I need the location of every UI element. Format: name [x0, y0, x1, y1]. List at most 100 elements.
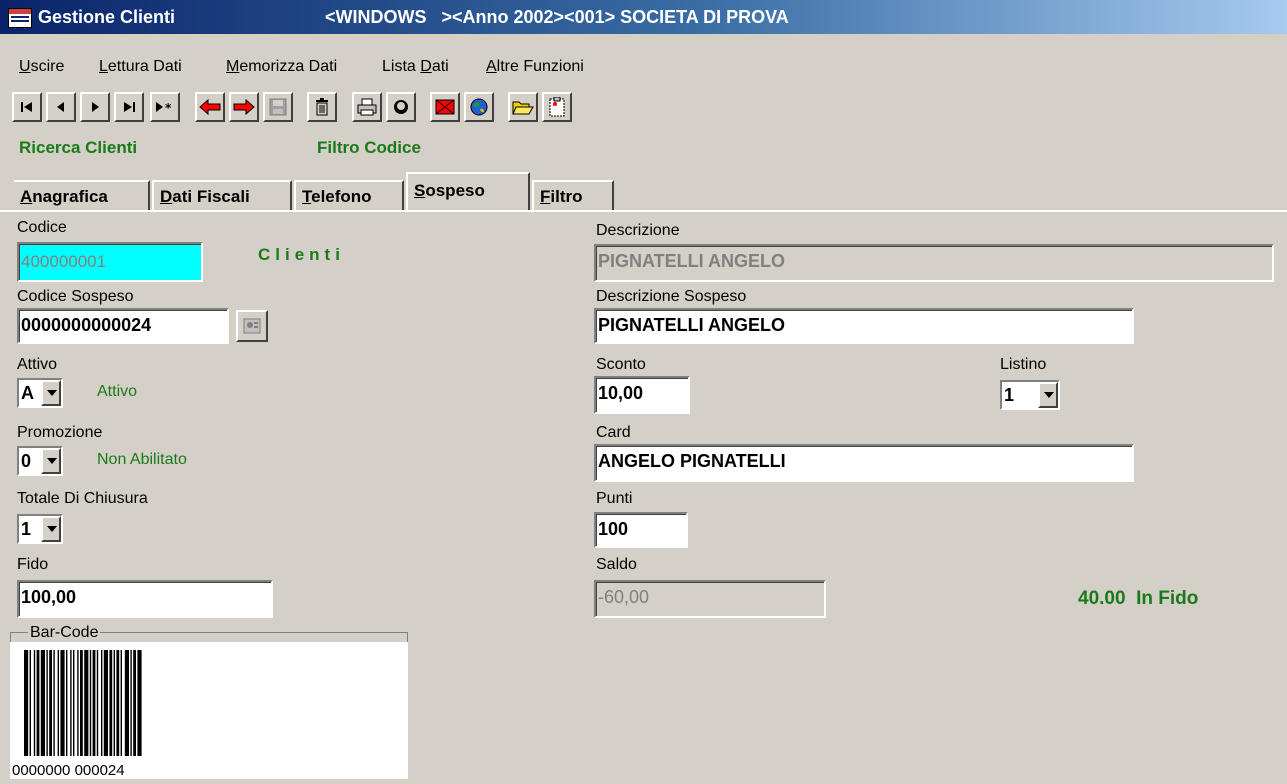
barcode-bar — [120, 650, 122, 756]
chevron-down-icon[interactable] — [1038, 382, 1058, 408]
barcode-bar — [66, 650, 68, 756]
barcode-bar — [46, 650, 48, 756]
barcode-bar — [124, 650, 129, 756]
menu-label: emorizza Dati — [239, 58, 338, 75]
tab-sospeso[interactable]: Sospeso — [406, 172, 530, 210]
attivo-label: Attivo — [17, 356, 58, 373]
tab-hotkey: D — [160, 187, 173, 206]
barcode-bar — [24, 650, 29, 756]
listino-value: 1 — [1004, 385, 1015, 405]
next-record-button[interactable] — [80, 92, 110, 122]
barcode-bar — [80, 650, 83, 756]
descrizione-label: Descrizione — [596, 222, 680, 239]
barcode-bar — [113, 650, 115, 756]
redo-arrow-icon — [233, 98, 255, 116]
chevron-down-icon[interactable] — [41, 380, 61, 406]
menu-bar: Uscire Lettura Dati Memorizza Dati Lista… — [0, 50, 1287, 80]
previous-record-button[interactable] — [46, 92, 76, 122]
descrizione-sospeso-field[interactable]: PIGNATELLI ANGELO — [594, 308, 1134, 344]
save-button[interactable] — [263, 92, 293, 122]
tab-dati-fiscali[interactable]: Dati Fiscali — [152, 180, 292, 210]
web-button[interactable] — [464, 92, 494, 122]
punti-field[interactable]: 100 — [594, 512, 688, 548]
new-record-button[interactable]: * — [150, 92, 180, 122]
barcode-bar — [133, 650, 136, 756]
redo-button[interactable] — [229, 92, 259, 122]
menu-altre-funzioni[interactable]: Altre Funzioni — [486, 58, 584, 76]
clienti-caption: Clienti — [258, 245, 345, 264]
tab-filtro[interactable]: Filtro — [532, 180, 614, 210]
paste-button[interactable] — [542, 92, 572, 122]
codice-sospeso-label: Codice Sospeso — [17, 288, 134, 305]
print-button[interactable] — [352, 92, 382, 122]
window-title: Gestione Clienti — [38, 7, 176, 27]
last-record-button[interactable] — [114, 92, 144, 122]
tab-telefono[interactable]: Telefono — [294, 180, 404, 210]
codice-sospeso-field[interactable]: 0000000000024 — [17, 308, 229, 344]
open-button[interactable] — [508, 92, 538, 122]
barcode-bar — [49, 650, 52, 756]
listino-select[interactable]: 1 — [1000, 380, 1060, 410]
totale-chiusura-select[interactable]: 1 — [17, 514, 63, 544]
tab-hotkey: A — [20, 187, 33, 206]
barcode-bars — [24, 650, 142, 756]
mail-button[interactable] — [430, 92, 460, 122]
barcode-image: 0000000 000024 — [12, 650, 142, 779]
tab-label: iltro — [550, 187, 583, 206]
chevron-down-icon[interactable] — [41, 448, 61, 474]
barcode-bar — [103, 650, 108, 756]
menu-lettura-dati[interactable]: Lettura Dati — [99, 58, 182, 76]
app-window-icon[interactable] — [8, 8, 32, 28]
barcode-bar — [116, 650, 120, 756]
card-field[interactable]: ANGELO PIGNATELLI — [594, 444, 1134, 482]
menu-uscire[interactable]: Uscire — [19, 58, 64, 76]
svg-text:*: * — [165, 101, 172, 114]
codice-field[interactable]: 400000001 — [17, 242, 203, 282]
barcode-bar — [60, 650, 65, 756]
fido-label: Fido — [17, 556, 49, 573]
mail-icon — [435, 99, 455, 115]
menu-hotkey: L — [99, 58, 108, 75]
filter-mode-label: Filtro Codice — [317, 138, 421, 157]
lookup-button[interactable] — [236, 310, 268, 342]
barcode-legend: Bar-Code — [28, 624, 101, 642]
globe-icon — [470, 98, 488, 116]
printer-icon — [357, 98, 377, 116]
barcode-bar — [33, 650, 36, 756]
promozione-caption: Non Abilitato — [97, 451, 187, 468]
menu-hotkey: M — [226, 58, 240, 75]
attivo-select[interactable]: A — [17, 378, 63, 408]
delete-button[interactable] — [307, 92, 337, 122]
first-record-button[interactable] — [12, 92, 42, 122]
promozione-select[interactable]: 0 — [17, 446, 63, 476]
tab-label: ospeso — [425, 181, 485, 200]
totale-chiusura-label: Totale Di Chiusura — [17, 490, 148, 507]
chevron-down-icon[interactable] — [41, 516, 61, 542]
barcode-bar — [77, 650, 79, 756]
tab-anagrafica[interactable]: Anagrafica — [14, 180, 150, 210]
attivo-caption: Attivo — [97, 383, 138, 400]
fido-field[interactable]: 100,00 — [17, 580, 273, 618]
undo-button[interactable] — [195, 92, 225, 122]
tab-strip: Anagrafica Dati Fiscali Telefono Sospeso… — [0, 172, 640, 212]
user-button[interactable] — [386, 92, 416, 122]
last-record-icon — [124, 102, 135, 112]
saldo-label: Saldo — [596, 556, 637, 573]
barcode-bar — [53, 650, 55, 756]
punti-label: Punti — [596, 490, 633, 507]
previous-record-icon — [57, 102, 64, 112]
new-record-icon: * — [156, 101, 172, 114]
menu-lista-dati[interactable]: Lista Dati — [382, 58, 449, 76]
menu-memorizza-dati[interactable]: Memorizza Dati — [226, 58, 337, 76]
codice-label: Codice — [17, 219, 67, 236]
descrizione-field[interactable]: PIGNATELLI ANGELO — [594, 244, 1274, 282]
menu-label: ati — [431, 58, 449, 75]
fido-status: 40.00 In Fido — [1078, 588, 1199, 609]
saldo-field[interactable]: -60,00 — [594, 580, 826, 618]
attivo-value: A — [21, 383, 34, 403]
menu-hotkey: A — [486, 58, 497, 75]
search-mode-label: Ricerca Clienti — [19, 138, 138, 157]
descrizione-sospeso-label: Descrizione Sospeso — [596, 288, 747, 305]
sconto-field[interactable]: 10,00 — [594, 376, 690, 414]
tab-hotkey: S — [414, 181, 426, 200]
